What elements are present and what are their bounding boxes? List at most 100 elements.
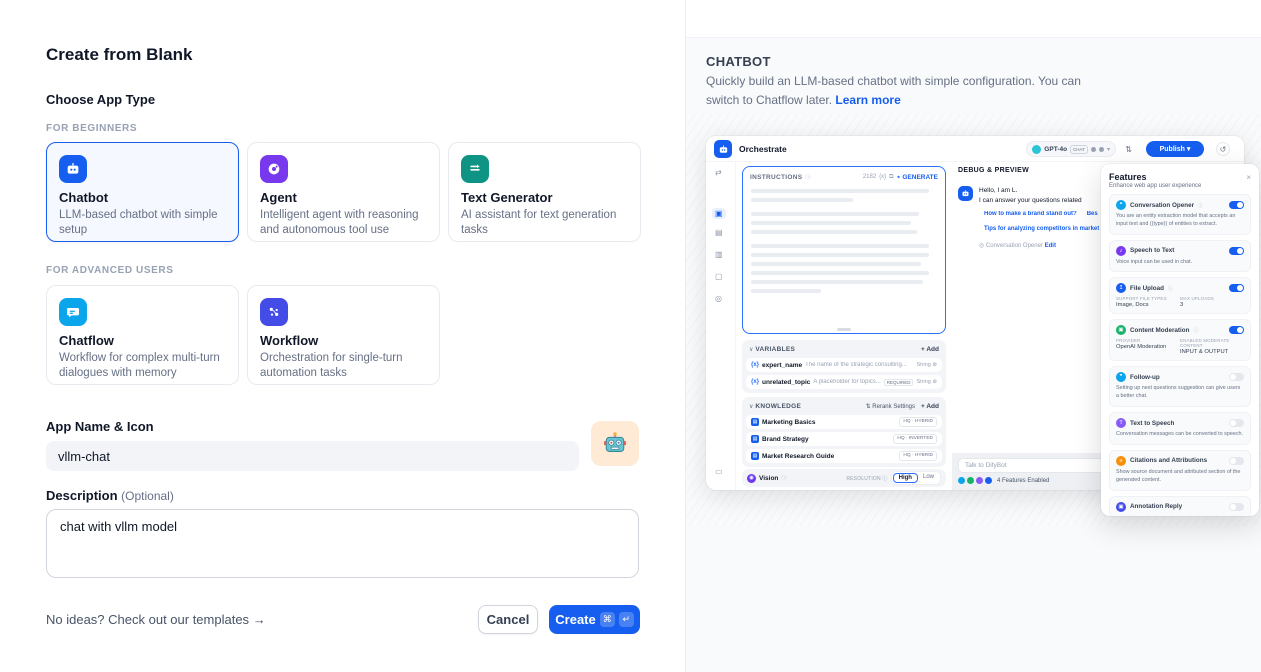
feature-card-follow-up: ❞ Follow-up Setting up next questions su… bbox=[1109, 366, 1251, 407]
bot-message-line: I can answer your questions related bbox=[979, 197, 1082, 204]
skeleton-line bbox=[751, 221, 911, 225]
logs-icon: ▥ bbox=[715, 250, 723, 259]
shot-app-icon bbox=[714, 140, 732, 158]
speech-feature-icon bbox=[976, 477, 983, 484]
info-icon: ⓘ bbox=[1193, 327, 1198, 334]
citations-icon: ≡ bbox=[1116, 456, 1126, 466]
rerank-settings-button: ⇅ Rerank Settings bbox=[866, 403, 915, 410]
learn-more-link[interactable]: Learn more bbox=[835, 93, 900, 107]
shot-title: Orchestrate bbox=[739, 144, 787, 154]
monitor-icon: ▭ bbox=[715, 467, 723, 476]
advanced-app-types: Chatflow Workflow for complex multi-turn… bbox=[46, 285, 440, 385]
skeleton-line bbox=[751, 289, 821, 293]
description-label: Description (Optional) bbox=[46, 488, 174, 503]
suggestion-link: How to make a brand stand out? bbox=[984, 211, 1077, 217]
app-type-label: Workflow bbox=[260, 333, 427, 348]
resolution-low: Low bbox=[918, 473, 939, 483]
variable-row: {x} unrelated_topic A placeholder for to… bbox=[746, 375, 942, 389]
orchestrate-tab-icon: ▣ bbox=[712, 208, 726, 219]
app-name-input[interactable] bbox=[46, 441, 579, 471]
app-type-card-chatflow[interactable]: Chatflow Workflow for complex multi-turn… bbox=[46, 285, 239, 385]
feature-card-conversation-opener: ❝ Conversation Opener ⓘ You are an entit… bbox=[1109, 194, 1251, 235]
dataset-icon: ▤ bbox=[751, 418, 759, 426]
optional-label: (Optional) bbox=[121, 489, 174, 503]
info-icon: ⓘ bbox=[1198, 202, 1203, 209]
skeleton-line bbox=[751, 244, 929, 248]
model-mode-badge: CHAT bbox=[1070, 145, 1088, 154]
enter-key-icon: ↵ bbox=[619, 612, 634, 627]
choose-app-type-label: Choose App Type bbox=[46, 92, 155, 107]
app-type-label: Chatbot bbox=[59, 190, 226, 205]
moderation-icon: ▣ bbox=[1116, 325, 1126, 335]
agent-icon bbox=[260, 155, 288, 183]
edit-link: Edit bbox=[1045, 243, 1056, 249]
preview-heading: CHATBOT bbox=[706, 54, 771, 69]
chat-input: Talk to DifyBot bbox=[958, 458, 1118, 473]
text-to-speech-icon: T bbox=[1116, 418, 1126, 428]
app-type-card-text-generator[interactable]: Text Generator AI assistant for text gen… bbox=[448, 142, 641, 242]
description-textarea[interactable]: chat with vllm model bbox=[46, 509, 639, 578]
for-advanced-users-label: FOR ADVANCED USERS bbox=[46, 265, 173, 276]
chevron-down-icon: ▾ bbox=[1107, 146, 1110, 153]
chatflow-icon bbox=[59, 298, 87, 326]
retrieval-tag: HQ · HYBRID bbox=[899, 451, 937, 461]
feature-card-file-upload: ↥ File Upload ⓘ SUPPORT FILE TYPES Image… bbox=[1109, 277, 1251, 314]
info-icon: ⓘ bbox=[781, 474, 787, 482]
upload-feature-icon bbox=[985, 477, 992, 484]
variable-row: {x} expert_name The name of the strategi… bbox=[746, 358, 942, 372]
create-button[interactable]: Create ⌘ ↵ bbox=[549, 605, 640, 634]
knowledge-section: ∨ KNOWLEDGE ⇅ Rerank Settings + Add ▤ Ma… bbox=[742, 397, 946, 467]
exchange-icon: ⇄ bbox=[715, 168, 722, 177]
preview-top-strip bbox=[686, 0, 1261, 38]
arrow-right-icon: → bbox=[253, 612, 266, 627]
knowledge-row: ▤ Market Research Guide HQ · HYBRID bbox=[746, 449, 942, 463]
info-icon: ⓘ bbox=[1168, 285, 1173, 292]
feature-card-citations: ≡ Citations and Attributions Show source… bbox=[1109, 450, 1251, 491]
app-type-card-workflow[interactable]: Workflow Orchestration for single-turn a… bbox=[247, 285, 440, 385]
resize-handle bbox=[837, 328, 851, 331]
tune-icon: ⇅ bbox=[1125, 145, 1132, 154]
skeleton-line bbox=[751, 253, 929, 257]
app-type-label: Agent bbox=[260, 190, 427, 205]
toggle-switch bbox=[1229, 373, 1244, 381]
app-type-card-agent[interactable]: Agent Intelligent agent with reasoning a… bbox=[247, 142, 440, 242]
shot-left-rail: ⇄ ▣ ▤ ▥ ▢ ◎ ▭ bbox=[706, 162, 736, 490]
dataset-icon: ▤ bbox=[751, 435, 759, 443]
bot-avatar bbox=[958, 186, 973, 201]
opener-feature-icon bbox=[958, 477, 965, 484]
toggle-switch bbox=[1229, 457, 1244, 465]
variable-icon: {x} bbox=[751, 362, 759, 368]
app-type-description: Orchestration for single-turn automation… bbox=[260, 351, 427, 381]
app-name-label: App Name & Icon bbox=[46, 419, 154, 434]
close-icon: × bbox=[1246, 173, 1251, 182]
templates-link[interactable]: No ideas? Check out our templates → bbox=[46, 612, 266, 627]
for-beginners-label: FOR BEGINNERS bbox=[46, 123, 137, 134]
skeleton-line bbox=[751, 230, 917, 234]
char-count: 2182 bbox=[863, 174, 876, 180]
suggestion-link: Tips for analyzing competitors in market bbox=[984, 226, 1099, 232]
annotation-reply-icon: ▣ bbox=[1116, 502, 1126, 512]
preview-description: Quickly build an LLM-based chatbot with … bbox=[706, 72, 1101, 109]
app-type-card-chatbot[interactable]: Chatbot LLM-based chatbot with simple se… bbox=[46, 142, 239, 242]
app-type-description: Workflow for complex multi-turn dialogue… bbox=[59, 351, 226, 381]
chevron-down-icon: ∨ bbox=[749, 403, 753, 410]
variables-section: ∨ VARIABLES + Add {x} expert_name The na… bbox=[742, 340, 946, 393]
add-variable-button: + Add bbox=[921, 346, 939, 353]
debug-preview-heading: DEBUG & PREVIEW bbox=[958, 167, 1029, 174]
skeleton-line bbox=[751, 280, 923, 284]
toggle-switch bbox=[1229, 326, 1244, 334]
moderation-feature-icon bbox=[967, 477, 974, 484]
cmd-key-icon: ⌘ bbox=[600, 612, 615, 627]
app-type-label: Text Generator bbox=[461, 190, 628, 205]
app-icon-picker[interactable] bbox=[591, 421, 639, 466]
create-from-blank-panel: Create from Blank Choose App Type FOR BE… bbox=[0, 0, 685, 672]
suggestion-link: Bes bbox=[1087, 211, 1098, 217]
vision-row: ◉ Vision ⓘ RESOLUTION ⓘ High Low bbox=[742, 469, 946, 487]
feature-card-annotation-reply: ▣ Annotation Reply bbox=[1109, 496, 1251, 516]
app-type-description: LLM-based chatbot with simple setup bbox=[59, 208, 226, 238]
publish-button: Publish▾ bbox=[1146, 141, 1204, 157]
toggle-switch bbox=[1229, 419, 1244, 427]
cancel-button[interactable]: Cancel bbox=[478, 605, 538, 634]
retrieval-tag: HQ · HYBRID bbox=[899, 417, 937, 427]
app-type-label: Chatflow bbox=[59, 333, 226, 348]
